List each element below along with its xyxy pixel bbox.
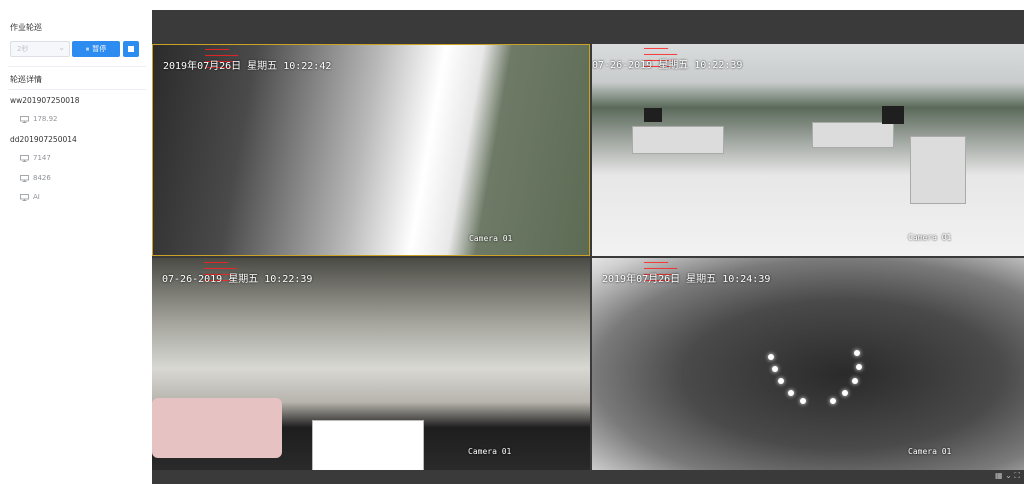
layout-grid-icon[interactable]: ▦ ⌄ ⛶ bbox=[995, 471, 1020, 481]
video-panel[interactable]: ━━━━━━━━ ━━━━━━━━━━━ ━━━━━━━━━━ ━━━━━━━━━ 0… bbox=[152, 258, 590, 470]
video-grid: ━━━━━━━━ ━━━━━━━━━━━ ━━━━━━━━━━ ━━━━━━━━━ 2… bbox=[152, 44, 1024, 470]
device-label: 7147 bbox=[33, 154, 51, 162]
device-label: 8426 bbox=[33, 174, 51, 182]
ir-light bbox=[788, 390, 794, 396]
ir-light bbox=[854, 350, 860, 356]
camera-label: Camera 01 bbox=[908, 233, 952, 242]
device-item[interactable]: 8426 bbox=[20, 174, 51, 182]
group-item[interactable]: dd201907250014 bbox=[10, 135, 77, 144]
video-panel[interactable]: ━━━━━━━━ ━━━━━━━━━━━ ━━━━━━━━━━ ━━━━━━━━━ 0… bbox=[592, 44, 1024, 256]
monitor-icon bbox=[20, 174, 29, 182]
job-patrol-title: 作业轮巡 bbox=[10, 23, 42, 32]
device-label: 178.92 bbox=[33, 115, 58, 123]
sidebar: 作业轮巡 2秒 ⌄ ⏸ 暂停 轮巡详情 ww201907250018 178.9… bbox=[0, 0, 152, 484]
video-panel[interactable]: ━━━━━━━━ ━━━━━━━━━━━ ━━━━━━━━━━ ━━━━━━━━━ 2… bbox=[152, 44, 590, 256]
interval-select[interactable]: 2秒 ⌄ bbox=[10, 41, 70, 57]
patrol-controls: 2秒 ⌄ ⏸ 暂停 bbox=[10, 41, 140, 57]
office-monitor bbox=[882, 106, 904, 124]
patrol-detail-title: 轮巡详情 bbox=[10, 75, 42, 84]
video-timestamp: 2019年07月26日 星期五 10:24:39 bbox=[602, 274, 771, 285]
pause-button[interactable]: ⏸ 暂停 bbox=[72, 41, 120, 57]
group-item[interactable]: ww201907250018 bbox=[10, 96, 80, 105]
device-item[interactable]: AI bbox=[20, 193, 40, 201]
stop-button[interactable] bbox=[123, 41, 139, 57]
ir-light bbox=[856, 364, 862, 370]
video-panel[interactable]: ━━━━━━━━ ━━━━━━━━━━━ ━━━━━━━━━━ ━━━━━━━━━ 2… bbox=[592, 258, 1024, 470]
monitor-icon bbox=[20, 193, 29, 201]
pause-button-label: 暂停 bbox=[92, 45, 107, 53]
office-desk bbox=[632, 126, 724, 154]
office-monitor bbox=[644, 108, 662, 122]
divider bbox=[8, 89, 146, 90]
camera-label-card bbox=[312, 420, 424, 470]
camera-label: Camera 01 bbox=[468, 447, 512, 456]
ir-light bbox=[800, 398, 806, 404]
ir-light bbox=[830, 398, 836, 404]
divider bbox=[8, 66, 146, 67]
video-timestamp: 07-26-2019 星期五 10:22:39 bbox=[592, 60, 743, 71]
ir-light bbox=[842, 390, 848, 396]
office-desk bbox=[812, 122, 894, 148]
device-item[interactable]: 7147 bbox=[20, 154, 51, 162]
ir-light bbox=[852, 378, 858, 384]
monitor-icon bbox=[20, 115, 29, 123]
ir-light bbox=[768, 354, 774, 360]
video-timestamp: 2019年07月26日 星期五 10:22:42 bbox=[163, 61, 332, 72]
device-label: AI bbox=[33, 193, 40, 201]
video-timestamp: 07-26-2019 星期五 10:22:39 bbox=[162, 274, 313, 285]
pause-icon: ⏸ bbox=[85, 44, 90, 53]
monitor-icon bbox=[20, 154, 29, 162]
device-item[interactable]: 178.92 bbox=[20, 115, 58, 123]
sleeve bbox=[152, 398, 282, 458]
office-desk bbox=[910, 136, 966, 204]
ir-light bbox=[778, 378, 784, 384]
stop-icon bbox=[128, 46, 134, 52]
interval-select-value: 2秒 bbox=[17, 45, 29, 53]
camera-label: Camera 01 bbox=[908, 447, 952, 456]
video-toolbar bbox=[152, 10, 1024, 44]
chevron-down-icon: ⌄ bbox=[58, 43, 65, 52]
camera-label: Camera 01 bbox=[469, 234, 513, 243]
ir-light bbox=[772, 366, 778, 372]
video-statusbar: ▦ ⌄ ⛶ bbox=[152, 470, 1024, 484]
